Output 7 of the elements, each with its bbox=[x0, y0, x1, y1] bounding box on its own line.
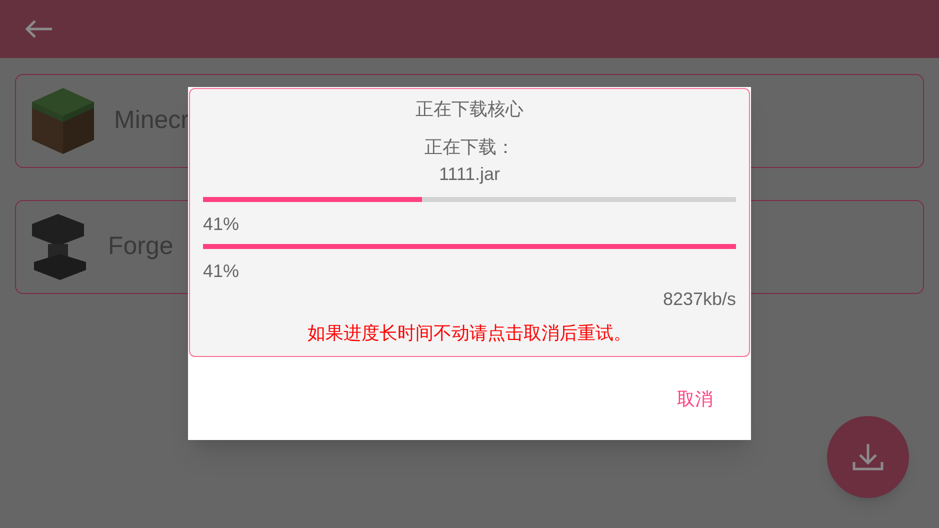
file-name: 1111.jar bbox=[438, 163, 502, 186]
progress-percent: 41% bbox=[203, 213, 240, 236]
dialog-title: 正在下载核心 bbox=[414, 98, 524, 121]
status-label: 正在下载： bbox=[424, 136, 516, 159]
progress-percent: 41% bbox=[203, 260, 240, 283]
retry-hint: 如果进度长时间不动请点击取消后重试。 bbox=[308, 322, 632, 345]
download-speed: 8237kb/s bbox=[662, 288, 736, 311]
